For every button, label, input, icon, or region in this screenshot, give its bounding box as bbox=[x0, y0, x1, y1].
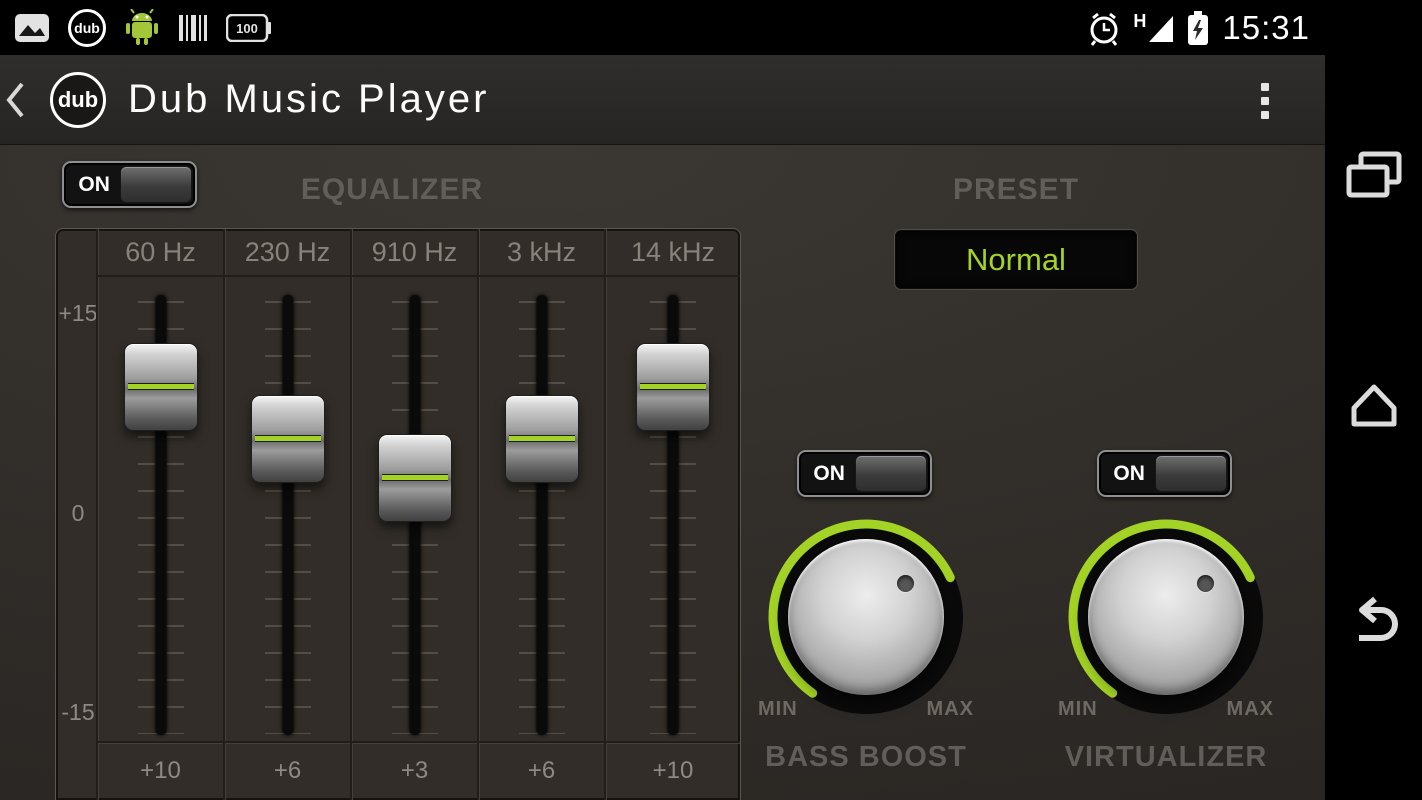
knob-indicator-dot bbox=[897, 575, 914, 592]
network-type-label: H bbox=[1133, 10, 1147, 31]
virtualizer-knob[interactable] bbox=[1066, 517, 1266, 717]
screen: dub 100 H 15:31 dub Dub Music Player ON … bbox=[0, 0, 1422, 800]
barcode-icon bbox=[179, 14, 207, 41]
band-frequency-label: 14 kHz bbox=[606, 229, 740, 277]
bass-boost-knob[interactable] bbox=[766, 517, 966, 717]
app-logo-text: dub bbox=[57, 86, 99, 112]
android-icon bbox=[126, 8, 158, 45]
battery-charging-icon bbox=[1188, 10, 1209, 45]
equalizer-heading: EQUALIZER bbox=[300, 173, 484, 206]
band-frequency-label: 60 Hz bbox=[98, 229, 223, 277]
app-logo: dub bbox=[50, 71, 106, 128]
eq-band-60hz: 60 Hz +10 bbox=[96, 229, 223, 800]
eq-band-230hz: 230 Hz +6 bbox=[223, 229, 350, 800]
slider-thumb[interactable] bbox=[504, 395, 579, 483]
back-icon[interactable] bbox=[1345, 595, 1403, 653]
bass-boost-toggle-label: ON bbox=[813, 461, 845, 485]
band-gain-value: +6 bbox=[225, 741, 350, 800]
battery-100-icon: 100 bbox=[226, 13, 271, 42]
band-frequency-label: 910 Hz bbox=[352, 229, 477, 277]
thumb-indicator bbox=[254, 435, 321, 442]
preset-heading: PRESET bbox=[952, 173, 1080, 206]
slider-thumb[interactable] bbox=[636, 343, 710, 431]
app-title: Dub Music Player bbox=[128, 77, 490, 121]
status-bar: dub 100 H 15:31 bbox=[0, 0, 1422, 55]
status-icons-right: H 15:31 bbox=[1087, 0, 1310, 55]
thumb-indicator bbox=[508, 435, 575, 442]
knob-face bbox=[788, 539, 944, 695]
navigation-bar bbox=[1325, 55, 1422, 800]
slider-thumb[interactable] bbox=[377, 434, 452, 522]
bass-boost-title: BASS BOOST bbox=[765, 741, 967, 773]
knob-indicator-dot bbox=[1197, 575, 1214, 592]
virtualizer-range-labels: MIN MAX bbox=[1058, 698, 1274, 721]
eq-band-14khz: 14 kHz +10 bbox=[604, 229, 740, 800]
min-label: MIN bbox=[1058, 698, 1098, 720]
band-frequency-label: 230 Hz bbox=[225, 229, 350, 277]
band-gain-value: +10 bbox=[606, 741, 740, 800]
gallery-icon bbox=[15, 13, 49, 42]
band-frequency-label: 3 kHz bbox=[479, 229, 604, 277]
back-chevron-icon[interactable] bbox=[4, 78, 26, 122]
bass-boost-section: ON MIN MAX BASS BOOST bbox=[756, 445, 976, 790]
equalizer-panel: +15 0 -15 60 Hz +10 230 Hz +6 910 Hz +3 … bbox=[55, 228, 741, 800]
equalizer-power-toggle[interactable]: ON bbox=[62, 161, 197, 208]
max-label: MAX bbox=[1226, 698, 1274, 720]
equalizer-screen: ON EQUALIZER PRESET Normal +15 0 -15 60 … bbox=[0, 145, 1325, 800]
scale-label-zero: 0 bbox=[71, 500, 85, 526]
band-gain-value: +10 bbox=[98, 741, 223, 800]
max-label: MAX bbox=[926, 698, 974, 720]
virtualizer-toggle[interactable]: ON bbox=[1097, 450, 1232, 497]
status-icons-left: dub 100 bbox=[14, 0, 272, 55]
alarm-icon bbox=[1090, 12, 1118, 46]
bass-boost-toggle-knob bbox=[854, 455, 927, 492]
thumb-indicator bbox=[381, 474, 448, 481]
eq-band-910hz: 910 Hz +3 bbox=[350, 229, 477, 800]
virtualizer-title: VIRTUALIZER bbox=[1064, 741, 1268, 773]
preset-selected-value: Normal bbox=[966, 241, 1066, 277]
band-gain-value: +6 bbox=[479, 741, 604, 800]
dub-notification-icon: dub bbox=[68, 8, 106, 47]
min-label: MIN bbox=[758, 698, 798, 720]
slider-track[interactable] bbox=[536, 295, 547, 735]
virtualizer-toggle-label: ON bbox=[1113, 461, 1145, 485]
scale-label-plus15: +15 bbox=[58, 300, 98, 326]
bass-boost-toggle[interactable]: ON bbox=[797, 450, 932, 497]
knob-face bbox=[1088, 539, 1244, 695]
overflow-menu-button[interactable] bbox=[1257, 79, 1273, 123]
thumb-indicator bbox=[640, 383, 706, 390]
scale-label-minus15: -15 bbox=[61, 699, 95, 725]
equalizer-toggle-label: ON bbox=[78, 172, 110, 196]
virtualizer-toggle-knob bbox=[1154, 455, 1227, 492]
thumb-indicator bbox=[127, 383, 194, 390]
dub-badge-text: dub bbox=[74, 19, 100, 36]
recent-apps-icon[interactable] bbox=[1345, 150, 1403, 200]
band-gain-value: +3 bbox=[352, 741, 477, 800]
signal-triangle-icon bbox=[1149, 15, 1174, 42]
home-icon[interactable] bbox=[1344, 380, 1404, 428]
network-signal-icon: H bbox=[1133, 10, 1174, 43]
app-bar: dub Dub Music Player bbox=[0, 55, 1325, 145]
preset-selector[interactable]: Normal bbox=[895, 230, 1137, 289]
slider-track[interactable] bbox=[282, 295, 293, 735]
virtualizer-section: ON MIN MAX VIRTUALIZER bbox=[1056, 445, 1276, 790]
bass-boost-range-labels: MIN MAX bbox=[758, 698, 974, 721]
svg-text:100: 100 bbox=[236, 21, 258, 36]
slider-thumb[interactable] bbox=[250, 395, 325, 483]
clock: 15:31 bbox=[1222, 8, 1310, 46]
equalizer-toggle-knob bbox=[119, 166, 192, 203]
slider-thumb[interactable] bbox=[123, 343, 198, 431]
eq-band-3khz: 3 kHz +6 bbox=[477, 229, 604, 800]
